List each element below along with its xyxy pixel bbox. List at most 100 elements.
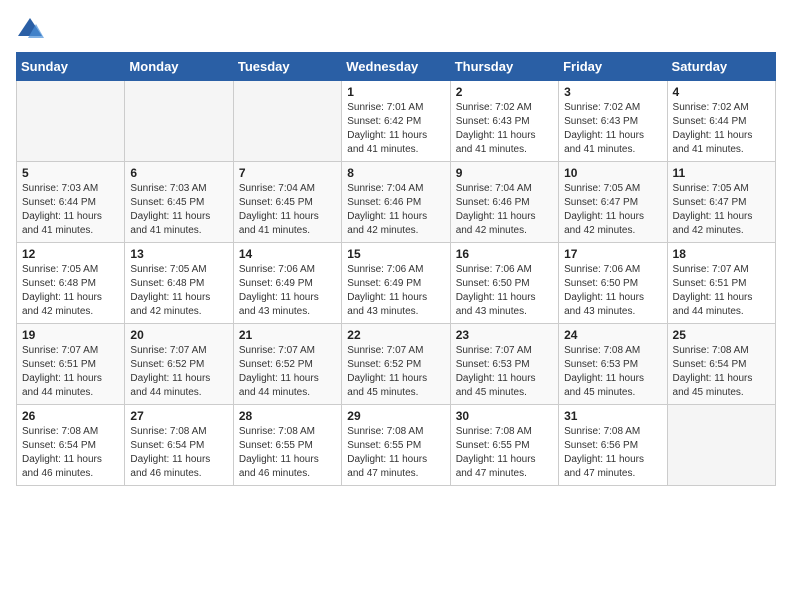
day-number: 23 xyxy=(456,328,553,342)
calendar-cell: 7 Sunrise: 7:04 AM Sunset: 6:45 PM Daylig… xyxy=(233,162,341,243)
day-number: 25 xyxy=(673,328,770,342)
day-info: Sunrise: 7:06 AM Sunset: 6:49 PM Dayligh… xyxy=(347,263,444,319)
calendar-cell: 9 Sunrise: 7:04 AM Sunset: 6:46 PM Daylig… xyxy=(450,162,558,243)
day-number: 13 xyxy=(130,247,227,261)
calendar-cell: 22 Sunrise: 7:07 AM Sunset: 6:52 PM Dayli… xyxy=(342,324,450,405)
day-number: 29 xyxy=(347,409,444,423)
calendar-cell: 25 Sunrise: 7:08 AM Sunset: 6:54 PM Dayli… xyxy=(667,324,775,405)
calendar-cell xyxy=(17,81,125,162)
day-info: Sunrise: 7:07 AM Sunset: 6:52 PM Dayligh… xyxy=(347,344,444,400)
day-number: 9 xyxy=(456,166,553,180)
calendar-cell: 21Sunrise: 7:07 AM Sunset: 6:52 PM Dayli… xyxy=(233,324,341,405)
day-info: Sunrise: 7:02 AM Sunset: 6:43 PM Dayligh… xyxy=(564,101,661,157)
day-number: 30 xyxy=(456,409,553,423)
logo-icon xyxy=(16,16,44,44)
logo xyxy=(16,16,46,44)
calendar-week-row: 12 Sunrise: 7:05 AM Sunset: 6:48 PM Dayli… xyxy=(17,243,776,324)
calendar-week-row: 5Sunrise: 7:03 AM Sunset: 6:44 PM Daylig… xyxy=(17,162,776,243)
calendar-cell: 14Sunrise: 7:06 AM Sunset: 6:49 PM Dayli… xyxy=(233,243,341,324)
calendar-week-row: 26 Sunrise: 7:08 AM Sunset: 6:54 PM Dayli… xyxy=(17,405,776,486)
calendar-cell xyxy=(667,405,775,486)
day-info: Sunrise: 7:08 AM Sunset: 6:54 PM Dayligh… xyxy=(130,425,227,481)
column-header-wednesday: Wednesday xyxy=(342,53,450,81)
day-info: Sunrise: 7:05 AM Sunset: 6:47 PM Dayligh… xyxy=(673,182,770,238)
day-number: 2 xyxy=(456,85,553,99)
day-number: 24 xyxy=(564,328,661,342)
calendar-cell: 20 Sunrise: 7:07 AM Sunset: 6:52 PM Dayli… xyxy=(125,324,233,405)
day-info: Sunrise: 7:06 AM Sunset: 6:50 PM Dayligh… xyxy=(564,263,661,319)
day-number: 16 xyxy=(456,247,553,261)
day-number: 27 xyxy=(130,409,227,423)
calendar-cell xyxy=(125,81,233,162)
day-info: Sunrise: 7:08 AM Sunset: 6:53 PM Dayligh… xyxy=(564,344,661,400)
day-info: Sunrise: 7:08 AM Sunset: 6:55 PM Dayligh… xyxy=(239,425,336,481)
day-number: 26 xyxy=(22,409,119,423)
day-info: Sunrise: 7:08 AM Sunset: 6:54 PM Dayligh… xyxy=(22,425,119,481)
day-number: 5 xyxy=(22,166,119,180)
day-info: Sunrise: 7:05 AM Sunset: 6:47 PM Dayligh… xyxy=(564,182,661,238)
day-info: Sunrise: 7:05 AM Sunset: 6:48 PM Dayligh… xyxy=(130,263,227,319)
day-info: Sunrise: 7:03 AM Sunset: 6:45 PM Dayligh… xyxy=(130,182,227,238)
calendar-cell: 10 Sunrise: 7:05 AM Sunset: 6:47 PM Dayli… xyxy=(559,162,667,243)
day-number: 8 xyxy=(347,166,444,180)
calendar-cell: 4 Sunrise: 7:02 AM Sunset: 6:44 PM Daylig… xyxy=(667,81,775,162)
column-header-saturday: Saturday xyxy=(667,53,775,81)
day-number: 22 xyxy=(347,328,444,342)
day-info: Sunrise: 7:08 AM Sunset: 6:55 PM Dayligh… xyxy=(347,425,444,481)
day-info: Sunrise: 7:08 AM Sunset: 6:54 PM Dayligh… xyxy=(673,344,770,400)
day-info: Sunrise: 7:07 AM Sunset: 6:52 PM Dayligh… xyxy=(239,344,336,400)
day-number: 10 xyxy=(564,166,661,180)
day-number: 18 xyxy=(673,247,770,261)
column-header-tuesday: Tuesday xyxy=(233,53,341,81)
calendar-cell: 24 Sunrise: 7:08 AM Sunset: 6:53 PM Dayli… xyxy=(559,324,667,405)
page-header xyxy=(16,16,776,44)
calendar-cell: 13 Sunrise: 7:05 AM Sunset: 6:48 PM Dayli… xyxy=(125,243,233,324)
calendar-cell: 26 Sunrise: 7:08 AM Sunset: 6:54 PM Dayli… xyxy=(17,405,125,486)
day-info: Sunrise: 7:07 AM Sunset: 6:51 PM Dayligh… xyxy=(673,263,770,319)
day-number: 4 xyxy=(673,85,770,99)
calendar-cell: 17 Sunrise: 7:06 AM Sunset: 6:50 PM Dayli… xyxy=(559,243,667,324)
calendar-cell: 3 Sunrise: 7:02 AM Sunset: 6:43 PM Daylig… xyxy=(559,81,667,162)
calendar-cell: 29 Sunrise: 7:08 AM Sunset: 6:55 PM Dayli… xyxy=(342,405,450,486)
calendar-cell: 8Sunrise: 7:04 AM Sunset: 6:46 PM Daylig… xyxy=(342,162,450,243)
day-number: 20 xyxy=(130,328,227,342)
column-header-thursday: Thursday xyxy=(450,53,558,81)
day-number: 7 xyxy=(239,166,336,180)
calendar-cell: 19 Sunrise: 7:07 AM Sunset: 6:51 PM Dayli… xyxy=(17,324,125,405)
calendar-header-row: SundayMondayTuesdayWednesdayThursdayFrid… xyxy=(17,53,776,81)
calendar-week-row: 1 Sunrise: 7:01 AM Sunset: 6:42 PM Daylig… xyxy=(17,81,776,162)
day-info: Sunrise: 7:08 AM Sunset: 6:55 PM Dayligh… xyxy=(456,425,553,481)
calendar-table: SundayMondayTuesdayWednesdayThursdayFrid… xyxy=(16,52,776,486)
calendar-cell: 16Sunrise: 7:06 AM Sunset: 6:50 PM Dayli… xyxy=(450,243,558,324)
day-number: 17 xyxy=(564,247,661,261)
day-info: Sunrise: 7:04 AM Sunset: 6:46 PM Dayligh… xyxy=(456,182,553,238)
calendar-cell: 18 Sunrise: 7:07 AM Sunset: 6:51 PM Dayli… xyxy=(667,243,775,324)
day-number: 31 xyxy=(564,409,661,423)
calendar-cell: 28Sunrise: 7:08 AM Sunset: 6:55 PM Dayli… xyxy=(233,405,341,486)
calendar-cell: 11 Sunrise: 7:05 AM Sunset: 6:47 PM Dayli… xyxy=(667,162,775,243)
day-info: Sunrise: 7:01 AM Sunset: 6:42 PM Dayligh… xyxy=(347,101,444,157)
day-info: Sunrise: 7:06 AM Sunset: 6:49 PM Dayligh… xyxy=(239,263,336,319)
day-info: Sunrise: 7:07 AM Sunset: 6:51 PM Dayligh… xyxy=(22,344,119,400)
column-header-monday: Monday xyxy=(125,53,233,81)
day-info: Sunrise: 7:07 AM Sunset: 6:53 PM Dayligh… xyxy=(456,344,553,400)
column-header-sunday: Sunday xyxy=(17,53,125,81)
calendar-cell: 27 Sunrise: 7:08 AM Sunset: 6:54 PM Dayli… xyxy=(125,405,233,486)
day-number: 3 xyxy=(564,85,661,99)
day-number: 19 xyxy=(22,328,119,342)
day-number: 11 xyxy=(673,166,770,180)
calendar-cell: 23 Sunrise: 7:07 AM Sunset: 6:53 PM Dayli… xyxy=(450,324,558,405)
day-number: 1 xyxy=(347,85,444,99)
calendar-cell: 12Sunrise: 7:05 AM Sunset: 6:48 PM Dayli… xyxy=(17,243,125,324)
calendar-cell: 15 Sunrise: 7:06 AM Sunset: 6:49 PM Dayli… xyxy=(342,243,450,324)
day-info: Sunrise: 7:08 AM Sunset: 6:56 PM Dayligh… xyxy=(564,425,661,481)
day-number: 12 xyxy=(22,247,119,261)
day-number: 15 xyxy=(347,247,444,261)
calendar-cell: 30 Sunrise: 7:08 AM Sunset: 6:55 PM Dayli… xyxy=(450,405,558,486)
day-info: Sunrise: 7:07 AM Sunset: 6:52 PM Dayligh… xyxy=(130,344,227,400)
day-info: Sunrise: 7:02 AM Sunset: 6:44 PM Dayligh… xyxy=(673,101,770,157)
calendar-cell: 6Sunrise: 7:03 AM Sunset: 6:45 PM Daylig… xyxy=(125,162,233,243)
day-info: Sunrise: 7:04 AM Sunset: 6:45 PM Dayligh… xyxy=(239,182,336,238)
calendar-cell xyxy=(233,81,341,162)
day-info: Sunrise: 7:02 AM Sunset: 6:43 PM Dayligh… xyxy=(456,101,553,157)
